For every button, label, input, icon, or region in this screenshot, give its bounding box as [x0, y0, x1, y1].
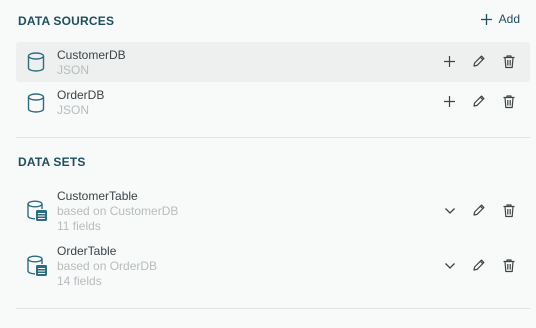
data-source-name: OrderDB: [57, 88, 105, 102]
database-table-icon: [27, 200, 47, 221]
chevron-down-icon[interactable]: [444, 207, 456, 215]
pencil-icon[interactable]: [472, 54, 486, 68]
data-source-item[interactable]: OrderDB JSON: [16, 84, 530, 124]
data-source-item[interactable]: CustomerDB JSON: [16, 42, 530, 82]
data-sets-title: DATA SETS: [18, 155, 86, 169]
section-divider: [16, 137, 530, 138]
plus-icon: [480, 13, 492, 25]
section-divider: [16, 308, 530, 309]
pencil-icon[interactable]: [472, 94, 486, 108]
data-set-fields: 14 fields: [57, 274, 102, 288]
data-sources-title: DATA SOURCES: [18, 14, 115, 28]
trash-icon[interactable]: [502, 54, 516, 69]
data-source-type: JSON: [57, 63, 90, 77]
trash-icon[interactable]: [502, 203, 516, 218]
data-set-source: based on CustomerDB: [57, 204, 179, 218]
chevron-down-icon[interactable]: [444, 262, 456, 270]
data-source-type: JSON: [57, 103, 90, 117]
database-table-icon: [27, 255, 47, 276]
data-set-item[interactable]: OrderTable based on OrderDB 14 fields: [16, 241, 530, 291]
pencil-icon[interactable]: [472, 203, 486, 217]
trash-icon[interactable]: [502, 94, 516, 109]
add-dataset-icon[interactable]: [443, 55, 456, 68]
data-set-source: based on OrderDB: [57, 259, 158, 273]
add-data-source-button[interactable]: Add: [480, 12, 520, 26]
data-source-name: CustomerDB: [57, 48, 126, 62]
add-label: Add: [498, 12, 520, 26]
data-set-name: CustomerTable: [57, 189, 138, 203]
data-set-item[interactable]: CustomerTable based on CustomerDB 11 fie…: [16, 186, 530, 236]
data-set-fields: 11 fields: [57, 219, 101, 233]
database-icon: [27, 52, 45, 72]
data-set-name: OrderTable: [57, 244, 117, 258]
data-panel: DATA SOURCES Add CustomerDB JSON OrderDB: [0, 0, 536, 328]
database-icon: [27, 93, 45, 113]
pencil-icon[interactable]: [472, 258, 486, 272]
add-dataset-icon[interactable]: [443, 95, 456, 108]
trash-icon[interactable]: [502, 258, 516, 273]
